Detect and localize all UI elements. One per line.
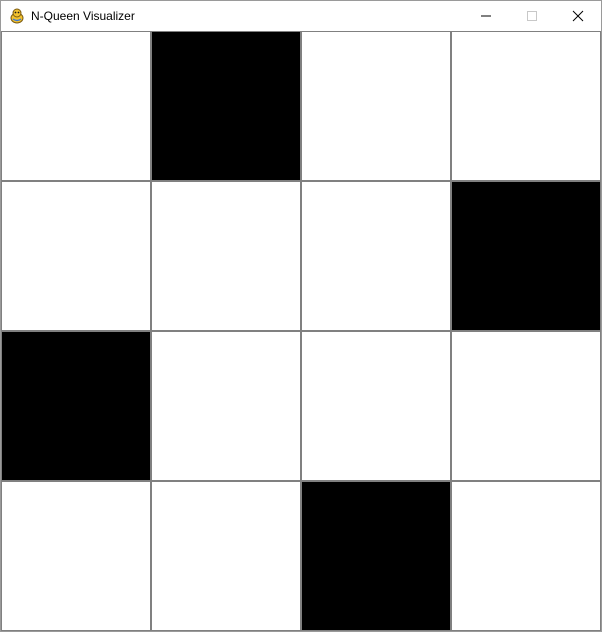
board-cell[interactable] [301, 31, 451, 181]
board-cell-queen[interactable] [301, 481, 451, 631]
board-cell[interactable] [451, 331, 601, 481]
board-cell-queen[interactable] [451, 181, 601, 331]
board-cell[interactable] [301, 331, 451, 481]
title-bar[interactable]: N-Queen Visualizer [1, 1, 601, 31]
board-cell[interactable] [301, 181, 451, 331]
pygame-snake-icon [10, 8, 24, 24]
board-cell[interactable] [151, 331, 301, 481]
board-cell-queen[interactable] [1, 331, 151, 481]
board-cell-queen[interactable] [151, 31, 301, 181]
board-cell[interactable] [451, 31, 601, 181]
app-window: N-Queen Visualizer [0, 0, 602, 632]
maximize-icon [527, 11, 537, 21]
board-cell[interactable] [1, 481, 151, 631]
board-cell[interactable] [451, 481, 601, 631]
minimize-button[interactable] [463, 1, 509, 31]
chess-board [1, 31, 601, 631]
close-button[interactable] [555, 1, 601, 31]
window-title: N-Queen Visualizer [31, 9, 135, 23]
board-cell[interactable] [1, 181, 151, 331]
minimize-icon [481, 15, 491, 17]
close-icon [572, 10, 584, 22]
board-cell[interactable] [151, 181, 301, 331]
maximize-button[interactable] [509, 1, 555, 31]
board-cell[interactable] [1, 31, 151, 181]
board-cell[interactable] [151, 481, 301, 631]
